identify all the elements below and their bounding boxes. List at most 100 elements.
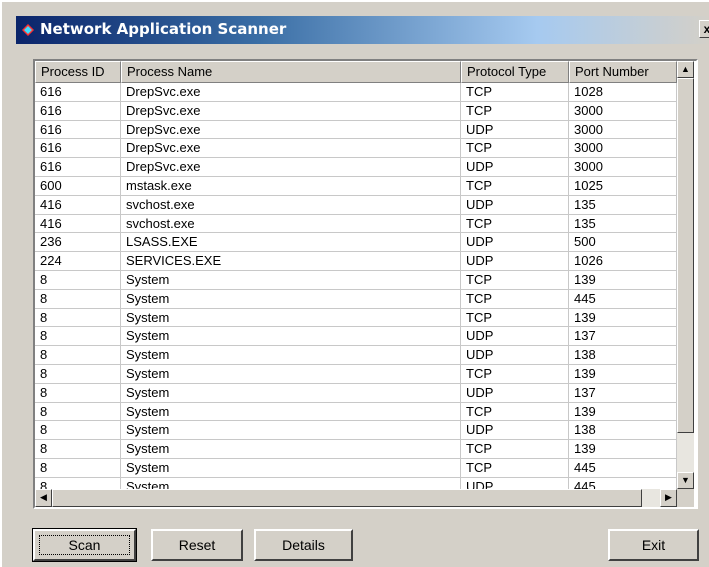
- details-button-label: Details: [282, 537, 325, 553]
- scroll-left-button[interactable]: ◀: [35, 489, 52, 507]
- process-name-cell: LSASS.EXE: [121, 233, 461, 252]
- process-name-cell: System: [121, 421, 461, 440]
- protocol-type-cell: UDP: [461, 158, 569, 176]
- process-id-cell: 8: [35, 308, 121, 327]
- port-number-cell: 445: [569, 289, 677, 308]
- port-number-cell: 139: [569, 402, 677, 421]
- table-row[interactable]: 8 System TCP 139: [35, 402, 677, 422]
- table-row[interactable]: 8 System UDP 137: [35, 327, 677, 347]
- protocol-type-cell: TCP: [461, 458, 569, 477]
- process-id-cell: 8: [35, 327, 121, 346]
- process-name-cell: System: [121, 270, 461, 289]
- table-row[interactable]: 8 System UDP 445: [35, 477, 677, 489]
- horizontal-scrollbar[interactable]: ◀ ▶: [35, 489, 677, 507]
- app-icon: [22, 23, 34, 36]
- scrollbar-corner: [677, 489, 694, 507]
- process-id-cell: 8: [35, 421, 121, 440]
- protocol-type-cell: TCP: [461, 289, 569, 308]
- scroll-down-button[interactable]: ▼: [677, 472, 694, 489]
- details-button[interactable]: Details: [254, 529, 353, 561]
- table-row[interactable]: 8 System TCP 139: [35, 270, 677, 290]
- process-id-cell: 224: [35, 252, 121, 270]
- process-id-cell: 616: [35, 101, 121, 120]
- table-row[interactable]: 616 DrepSvc.exe TCP 1028: [35, 83, 677, 102]
- protocol-type-cell: UDP: [461, 233, 569, 252]
- close-button[interactable]: x: [699, 20, 709, 38]
- scroll-up-button[interactable]: ▲: [677, 61, 694, 78]
- table-row[interactable]: 8 System TCP 445: [35, 289, 677, 309]
- protocol-type-cell: TCP: [461, 83, 569, 101]
- table-row[interactable]: 616 DrepSvc.exe TCP 3000: [35, 101, 677, 121]
- table-row[interactable]: 224 SERVICES.EXE UDP 1026: [35, 252, 677, 271]
- table-row[interactable]: 616 DrepSvc.exe TCP 3000: [35, 139, 677, 159]
- protocol-type-cell: TCP: [461, 270, 569, 289]
- process-name-cell: System: [121, 477, 461, 489]
- table-row[interactable]: 8 System TCP 445: [35, 458, 677, 478]
- list-header: Process ID Process Name Protocol Type Po…: [35, 61, 677, 83]
- column-header-port-number[interactable]: Port Number: [569, 61, 677, 83]
- list-rows: 616 DrepSvc.exe TCP 1028 616 DrepSvc.exe TCP 30…: [35, 83, 677, 489]
- process-name-cell: System: [121, 383, 461, 402]
- table-row[interactable]: 8 System TCP 139: [35, 308, 677, 328]
- column-header-process-name[interactable]: Process Name: [121, 61, 461, 83]
- column-header-protocol-type[interactable]: Protocol Type: [461, 61, 569, 83]
- process-id-cell: 8: [35, 440, 121, 458]
- scroll-right-button[interactable]: ▶: [660, 489, 677, 507]
- table-row[interactable]: 616 DrepSvc.exe UDP 3000: [35, 158, 677, 177]
- port-number-cell: 1028: [569, 83, 677, 101]
- port-number-cell: 445: [569, 477, 677, 489]
- protocol-type-cell: UDP: [461, 477, 569, 489]
- app-window: Network Application Scanner x Process ID…: [0, 0, 709, 567]
- port-number-cell: 138: [569, 346, 677, 364]
- process-id-cell: 8: [35, 477, 121, 489]
- table-row[interactable]: 600 mstask.exe TCP 1025: [35, 176, 677, 196]
- process-id-cell: 8: [35, 402, 121, 421]
- protocol-type-cell: UDP: [461, 195, 569, 214]
- port-number-cell: 139: [569, 440, 677, 458]
- protocol-type-cell: UDP: [461, 383, 569, 402]
- process-name-cell: svchost.exe: [121, 214, 461, 233]
- port-number-cell: 138: [569, 421, 677, 440]
- protocol-type-cell: UDP: [461, 346, 569, 364]
- protocol-type-cell: TCP: [461, 364, 569, 383]
- process-id-cell: 8: [35, 270, 121, 289]
- table-row[interactable]: 8 System TCP 139: [35, 364, 677, 384]
- vertical-scrollbar[interactable]: ▲ ▼: [677, 61, 694, 489]
- table-row[interactable]: 8 System UDP 138: [35, 346, 677, 365]
- port-number-cell: 3000: [569, 139, 677, 158]
- table-row[interactable]: 416 svchost.exe UDP 135: [35, 195, 677, 215]
- protocol-type-cell: TCP: [461, 101, 569, 120]
- title-bar[interactable]: Network Application Scanner x: [16, 16, 709, 44]
- port-number-cell: 137: [569, 327, 677, 346]
- port-number-cell: 135: [569, 195, 677, 214]
- process-name-cell: System: [121, 308, 461, 327]
- process-id-cell: 616: [35, 158, 121, 176]
- process-name-cell: DrepSvc.exe: [121, 158, 461, 176]
- vertical-scroll-thumb[interactable]: [677, 78, 694, 433]
- protocol-type-cell: UDP: [461, 252, 569, 270]
- column-header-process-id[interactable]: Process ID: [35, 61, 121, 83]
- process-list[interactable]: Process ID Process Name Protocol Type Po…: [33, 59, 698, 509]
- process-name-cell: System: [121, 440, 461, 458]
- port-number-cell: 3000: [569, 101, 677, 120]
- scan-button[interactable]: Scan: [32, 528, 137, 562]
- port-number-cell: 445: [569, 458, 677, 477]
- table-row[interactable]: 8 System UDP 138: [35, 421, 677, 441]
- process-name-cell: System: [121, 346, 461, 364]
- port-number-cell: 139: [569, 364, 677, 383]
- process-id-cell: 236: [35, 233, 121, 252]
- horizontal-scroll-thumb[interactable]: [52, 489, 642, 507]
- process-name-cell: System: [121, 458, 461, 477]
- table-row[interactable]: 616 DrepSvc.exe UDP 3000: [35, 120, 677, 140]
- table-row[interactable]: 416 svchost.exe TCP 135: [35, 214, 677, 234]
- port-number-cell: 500: [569, 233, 677, 252]
- exit-button[interactable]: Exit: [608, 529, 699, 561]
- reset-button[interactable]: Reset: [151, 529, 243, 561]
- table-row[interactable]: 8 System UDP 137: [35, 383, 677, 403]
- process-id-cell: 8: [35, 383, 121, 402]
- window-title: Network Application Scanner: [40, 20, 287, 38]
- process-name-cell: svchost.exe: [121, 195, 461, 214]
- table-row[interactable]: 236 LSASS.EXE UDP 500: [35, 233, 677, 253]
- table-row[interactable]: 8 System TCP 139: [35, 440, 677, 459]
- process-id-cell: 8: [35, 364, 121, 383]
